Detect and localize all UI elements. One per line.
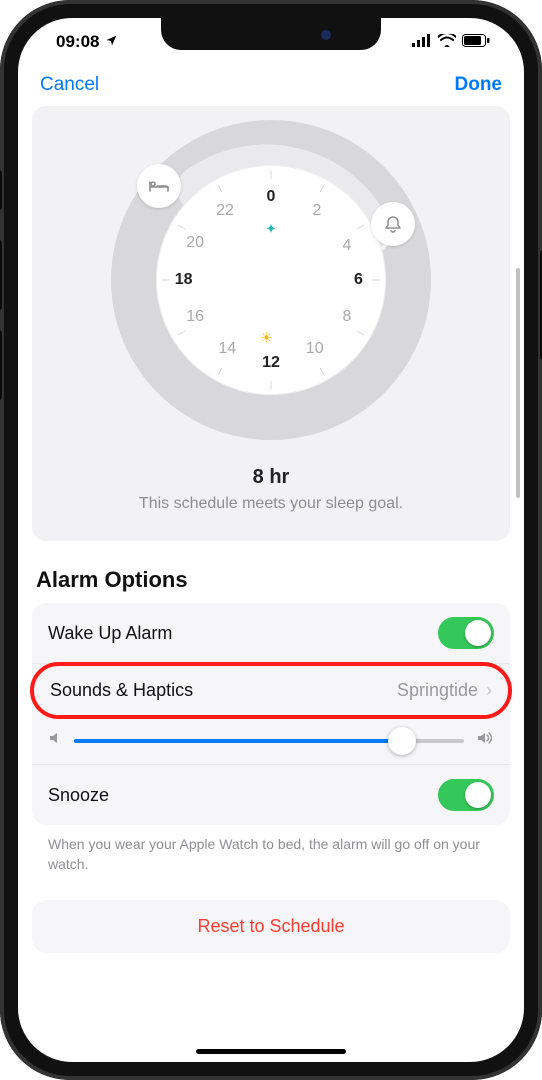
alarm-footnote: When you wear your Apple Watch to bed, t… (32, 825, 510, 892)
cancel-button[interactable]: Cancel (40, 74, 99, 96)
dial-hour-14: 14 (218, 340, 236, 358)
sounds-haptics-label: Sounds & Haptics (50, 680, 193, 701)
home-indicator[interactable] (196, 1049, 346, 1054)
battery-icon (462, 32, 490, 52)
sleep-duration: 8 hr (46, 466, 496, 489)
sun-icon: ☀ (260, 329, 273, 346)
dial-hour-10: 10 (306, 340, 324, 358)
location-icon (105, 34, 118, 50)
volume-low-icon (48, 731, 62, 750)
sleep-goal-message: This schedule meets your sleep goal. (46, 495, 496, 513)
screen: 09:08 Cancel Done (18, 18, 524, 1062)
sounds-haptics-row[interactable]: Sounds & Haptics Springtide › (30, 662, 512, 719)
notch (161, 18, 381, 50)
mute-switch (0, 170, 2, 210)
volume-slider-thumb[interactable] (388, 727, 416, 755)
dial-hour-20: 20 (186, 234, 204, 252)
night-icon: ✦ (265, 221, 277, 238)
dial-hour-0: 0 (267, 188, 276, 206)
wake-up-alarm-row: Wake Up Alarm (32, 603, 510, 664)
wake-handle[interactable] (371, 202, 415, 246)
dial-hour-4: 4 (342, 237, 351, 255)
volume-slider-fill (74, 739, 402, 743)
done-button[interactable]: Done (455, 74, 503, 96)
bed-icon (149, 179, 169, 193)
snooze-label: Snooze (48, 785, 109, 806)
volume-up-button (0, 240, 2, 310)
chevron-right-icon: › (486, 680, 492, 701)
snooze-row: Snooze (32, 765, 510, 825)
scroll-indicator (516, 268, 520, 498)
volume-slider[interactable] (74, 739, 464, 743)
nav-bar: Cancel Done (18, 66, 524, 106)
volume-down-button (0, 330, 2, 400)
wake-up-alarm-toggle[interactable] (438, 617, 494, 649)
dial-hour-18: 18 (175, 271, 193, 289)
wake-up-alarm-label: Wake Up Alarm (48, 623, 172, 644)
dial-hour-6: 6 (354, 271, 363, 289)
snooze-toggle[interactable] (438, 779, 494, 811)
bell-icon (385, 216, 401, 233)
dial-hour-22: 22 (216, 202, 234, 220)
volume-high-icon (476, 731, 494, 750)
bedtime-handle[interactable] (137, 164, 181, 208)
reset-to-schedule-button[interactable]: Reset to Schedule (32, 900, 510, 953)
dial-hour-16: 16 (186, 308, 204, 326)
content-scroll[interactable]: 0 2 4 6 8 10 12 14 16 18 20 22 ✦ ☀ (18, 106, 524, 1062)
wifi-icon (438, 32, 456, 52)
cellular-icon (412, 32, 432, 52)
sleep-dial-card: 0 2 4 6 8 10 12 14 16 18 20 22 ✦ ☀ (32, 106, 510, 541)
alarm-options-title: Alarm Options (36, 567, 506, 593)
volume-row (32, 717, 510, 765)
alarm-options-list: Wake Up Alarm Sounds & Haptics Springtid… (32, 603, 510, 825)
dial-hour-8: 8 (342, 308, 351, 326)
dial-hour-12: 12 (262, 354, 280, 372)
status-time: 09:08 (56, 32, 99, 52)
iphone-frame: 09:08 Cancel Done (0, 0, 542, 1080)
dial-face: 0 2 4 6 8 10 12 14 16 18 20 22 ✦ ☀ (156, 165, 386, 395)
sounds-haptics-value: Springtide (397, 680, 478, 701)
sleep-dial[interactable]: 0 2 4 6 8 10 12 14 16 18 20 22 ✦ ☀ (111, 120, 431, 440)
dial-hour-2: 2 (313, 202, 322, 220)
